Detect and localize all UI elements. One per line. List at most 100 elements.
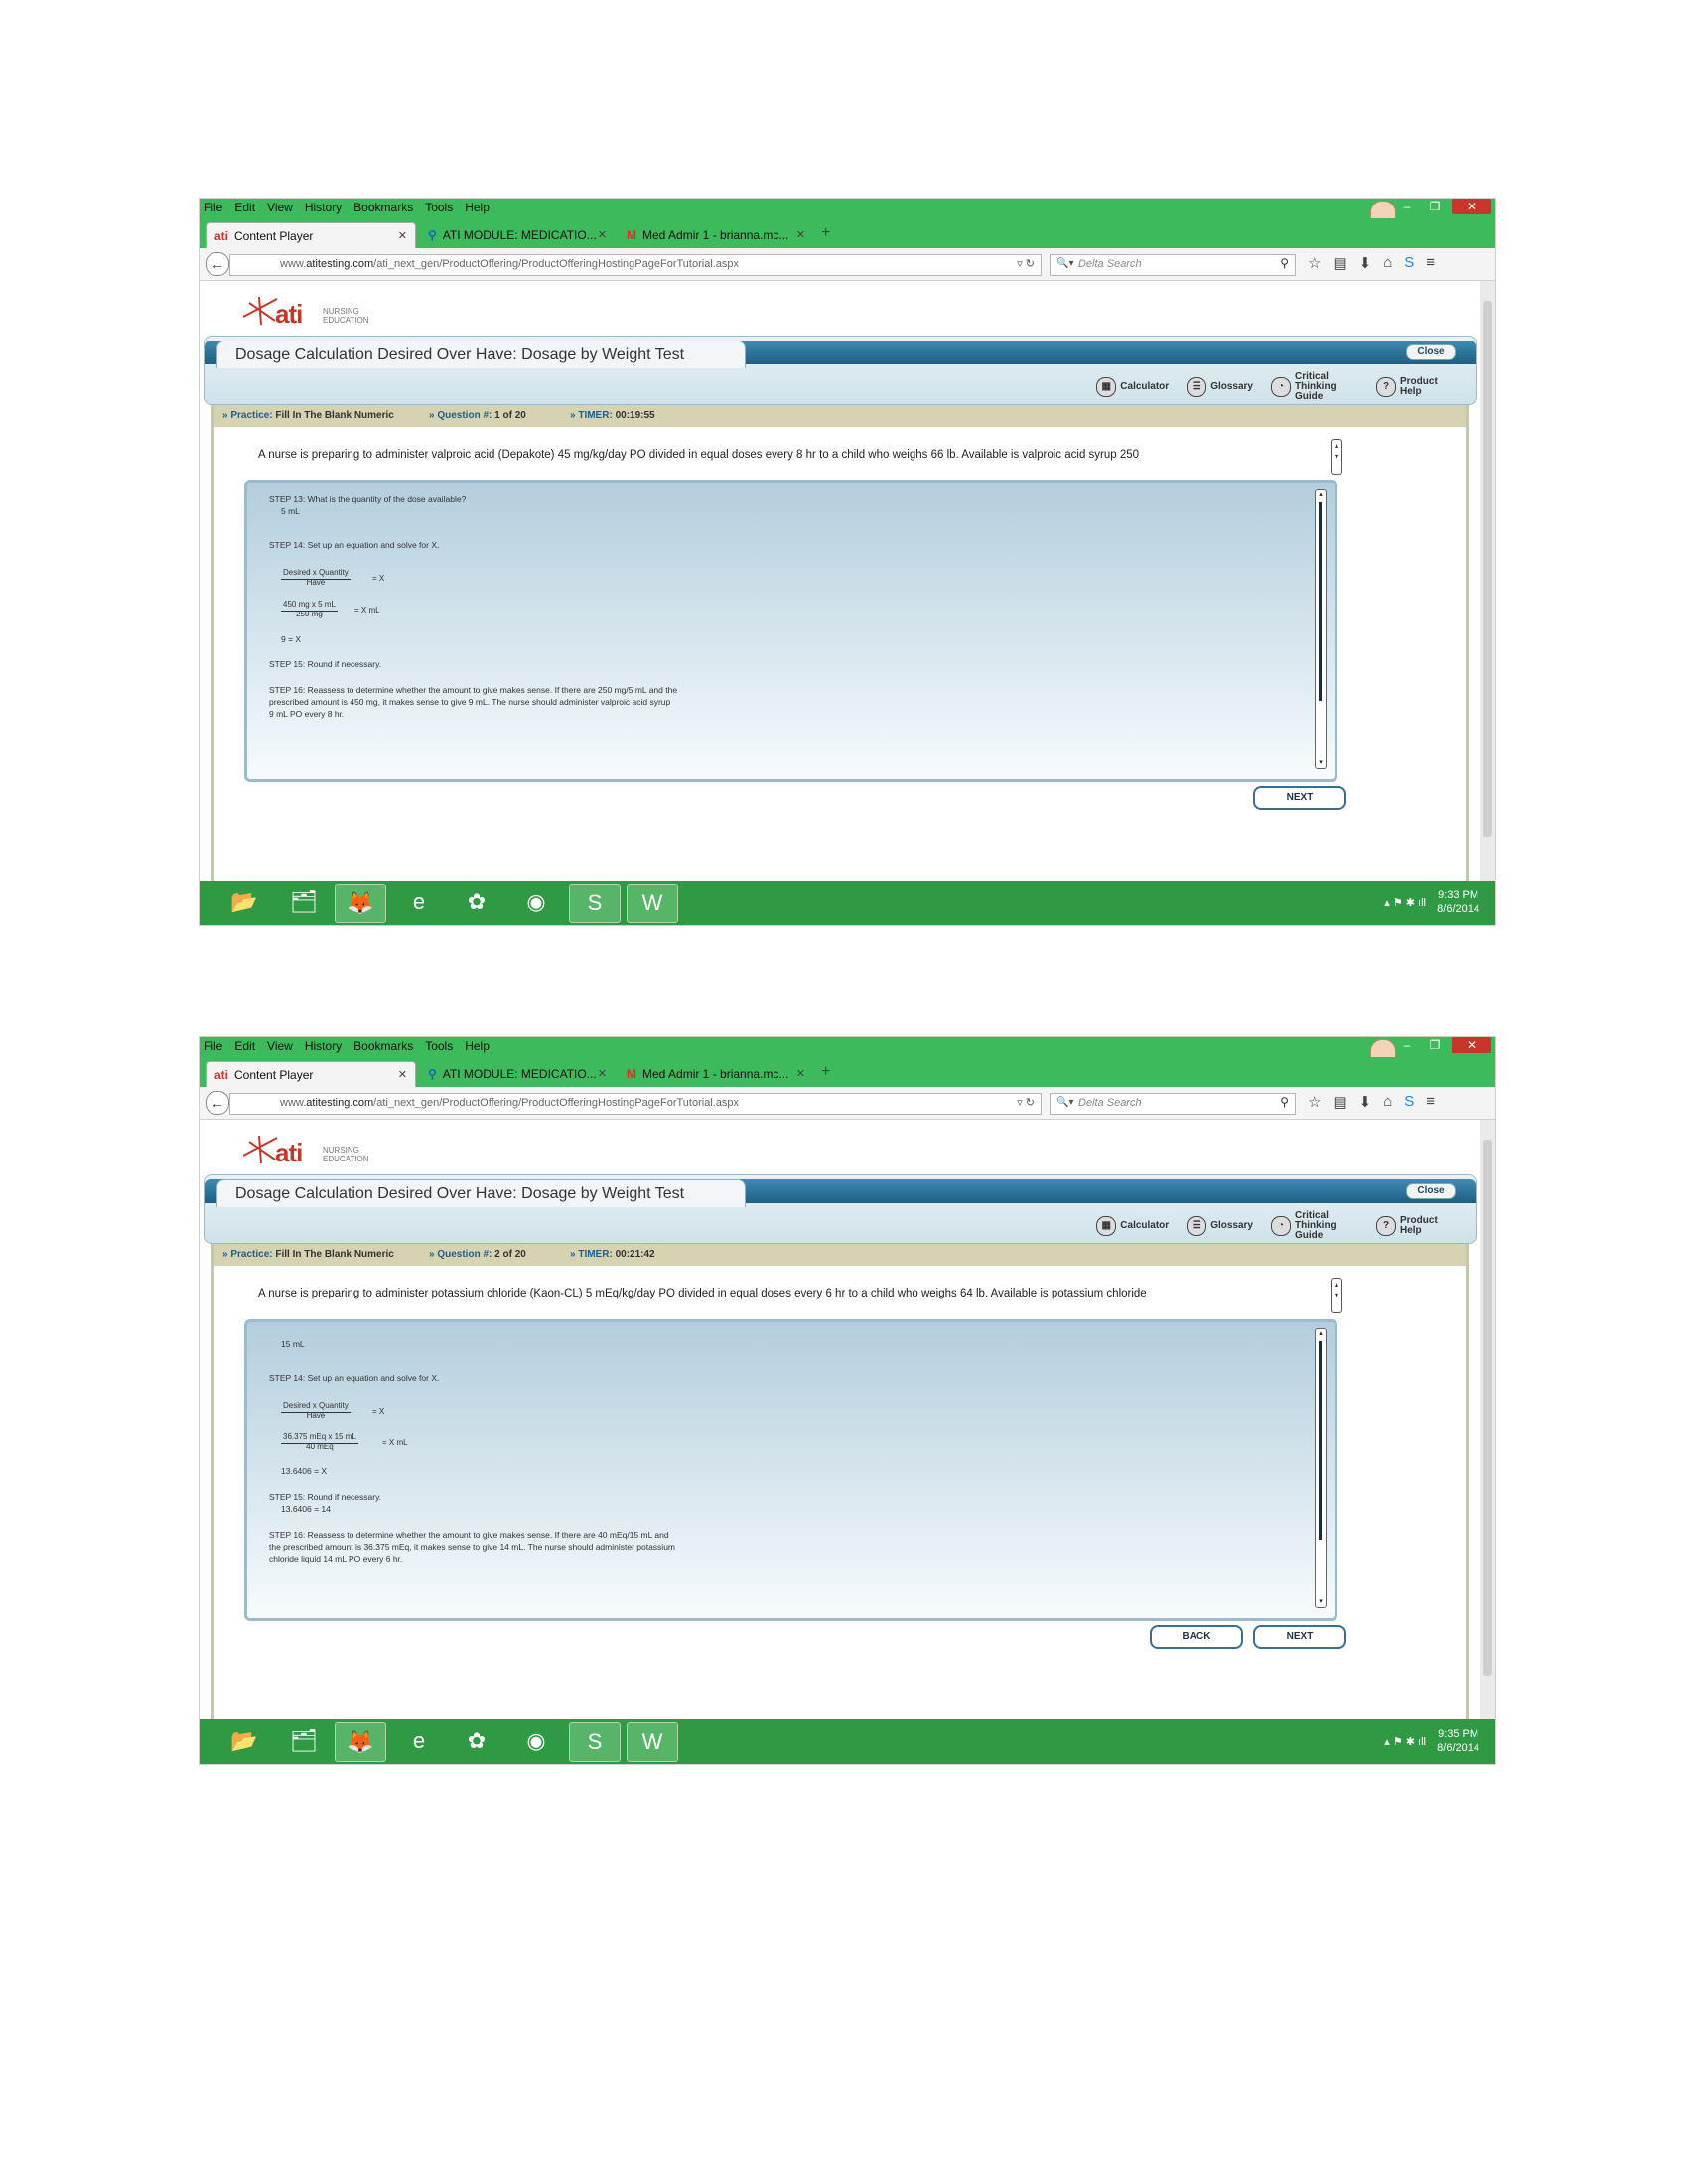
scroll-down-icon[interactable]: ▾	[1316, 1597, 1326, 1607]
scroll-down-icon[interactable]: ▾	[1316, 758, 1326, 768]
close-tab-icon[interactable]: ✕	[598, 1061, 607, 1087]
word-icon[interactable]: W	[627, 1722, 678, 1762]
search-engine-icon[interactable]: 🔍▾	[1056, 258, 1073, 269]
firefox-icon[interactable]: 🦊	[335, 1722, 386, 1762]
back-arrow-icon[interactable]: ←	[206, 1091, 229, 1115]
menu-history[interactable]: History	[305, 1039, 342, 1053]
downloads-icon[interactable]: ⬇	[1359, 254, 1372, 272]
clock[interactable]: 9:33 PM 8/6/2014	[1437, 888, 1479, 916]
url-bar[interactable]: www.atitesting.com/ati_next_gen/ProductO…	[229, 1093, 1042, 1115]
menu-help[interactable]: Help	[465, 201, 490, 214]
restore-icon[interactable]: ❐	[1424, 199, 1446, 214]
downloads-icon[interactable]: ⬇	[1359, 1093, 1372, 1111]
tab-med-admin[interactable]: M Med Admir 1 - brianna.mc... ✕	[619, 1061, 813, 1087]
bookmark-star-icon[interactable]: ☆	[1308, 254, 1321, 272]
picasa-icon[interactable]: ✿	[452, 884, 501, 921]
close-button[interactable]: Close	[1406, 1183, 1456, 1199]
close-tab-icon[interactable]: ✕	[398, 223, 407, 249]
scroll-up-icon[interactable]: ▴	[1316, 490, 1326, 500]
word-icon[interactable]: W	[627, 884, 678, 923]
skype-icon[interactable]: S	[569, 1722, 621, 1762]
calculator-button[interactable]: ▦ Calculator	[1096, 377, 1169, 397]
scroll-up-icon[interactable]: ▴	[1316, 1329, 1326, 1339]
search-box[interactable]: 🔍▾ Delta Search ⚲	[1050, 254, 1296, 276]
search-box[interactable]: 🔍▾ Delta Search ⚲	[1050, 1093, 1296, 1115]
menu-edit[interactable]: Edit	[234, 201, 255, 214]
reload-icon[interactable]: ▿ ↻	[1017, 257, 1035, 270]
critical-thinking-guide-button[interactable]: ◔ Critical Thinking Guide	[1271, 1211, 1358, 1241]
libraries-icon[interactable]: 🗂	[279, 1722, 329, 1760]
libraries-icon[interactable]: 🗂	[279, 884, 329, 921]
close-tab-icon[interactable]: ✕	[598, 222, 607, 248]
system-tray[interactable]: ▴ ⚑ ✱ ıll	[1384, 1735, 1426, 1748]
menu-tools[interactable]: Tools	[425, 201, 453, 214]
new-tab-icon[interactable]: +	[821, 224, 830, 242]
next-button[interactable]: NEXT	[1253, 786, 1346, 810]
minimize-icon[interactable]: –	[1396, 1037, 1418, 1053]
close-tab-icon[interactable]: ✕	[398, 1062, 407, 1088]
question-scroll[interactable]: ▴ ▾	[1331, 1278, 1342, 1313]
tab-med-admin[interactable]: M Med Admir 1 - brianna.mc... ✕	[619, 222, 813, 248]
url-bar[interactable]: www.atitesting.com/ati_next_gen/ProductO…	[229, 254, 1042, 276]
home-icon[interactable]: ⌂	[1383, 254, 1392, 272]
bookmarks-list-icon[interactable]: ▤	[1333, 1093, 1346, 1111]
menu-view[interactable]: View	[267, 1039, 293, 1053]
tab-content-player[interactable]: ati Content Player ✕	[206, 222, 416, 248]
menu-edit[interactable]: Edit	[234, 1039, 255, 1053]
page-scrollbar[interactable]	[1480, 1120, 1495, 1719]
internet-explorer-icon[interactable]: e	[394, 884, 444, 921]
menu-view[interactable]: View	[267, 201, 293, 214]
internet-explorer-icon[interactable]: e	[394, 1722, 444, 1760]
close-tab-icon[interactable]: ✕	[796, 222, 805, 248]
answer-scrollbar[interactable]: ▴ ▾	[1315, 1328, 1327, 1608]
search-engine-icon[interactable]: 🔍▾	[1056, 1097, 1073, 1108]
glossary-button[interactable]: ☰ Glossary	[1187, 1216, 1253, 1236]
menu-help[interactable]: Help	[465, 1039, 490, 1053]
tab-content-player[interactable]: ati Content Player ✕	[206, 1061, 416, 1087]
close-window-icon[interactable]: ✕	[1452, 1037, 1491, 1053]
home-icon[interactable]: ⌂	[1383, 1093, 1392, 1111]
file-explorer-icon[interactable]: 📂	[219, 1722, 269, 1760]
answer-scrollbar[interactable]: ▴ ▾	[1315, 489, 1327, 769]
system-tray[interactable]: ▴ ⚑ ✱ ıll	[1384, 896, 1426, 909]
tab-ati-module[interactable]: ⚲ ATI MODULE: MEDICATIO... ✕	[420, 1061, 615, 1087]
chrome-icon[interactable]: ◉	[511, 1722, 561, 1760]
back-button[interactable]: BACK	[1150, 1625, 1243, 1649]
skype-addon-icon[interactable]: S	[1404, 1093, 1414, 1111]
page-scrollbar[interactable]	[1480, 281, 1495, 881]
menu-hamburger-icon[interactable]: ≡	[1426, 1093, 1435, 1111]
tab-ati-module[interactable]: ⚲ ATI MODULE: MEDICATIO... ✕	[420, 222, 615, 248]
close-tab-icon[interactable]: ✕	[796, 1061, 805, 1087]
question-scroll[interactable]: ▴ ▾	[1331, 439, 1342, 475]
critical-thinking-guide-button[interactable]: ◔ Critical Thinking Guide	[1271, 372, 1358, 402]
bookmark-star-icon[interactable]: ☆	[1308, 1093, 1321, 1111]
restore-icon[interactable]: ❐	[1424, 1037, 1446, 1053]
product-help-button[interactable]: ? Product Help	[1376, 1216, 1440, 1236]
reload-icon[interactable]: ▿ ↻	[1017, 1096, 1035, 1109]
menu-history[interactable]: History	[305, 201, 342, 214]
close-button[interactable]: Close	[1406, 344, 1456, 360]
product-help-button[interactable]: ? Product Help	[1376, 377, 1440, 397]
menu-hamburger-icon[interactable]: ≡	[1426, 254, 1435, 272]
file-explorer-icon[interactable]: 📂	[219, 884, 269, 921]
back-arrow-icon[interactable]: ←	[206, 252, 229, 276]
skype-addon-icon[interactable]: S	[1404, 254, 1414, 272]
bookmarks-list-icon[interactable]: ▤	[1333, 254, 1346, 272]
clock[interactable]: 9:35 PM 8/6/2014	[1437, 1727, 1479, 1755]
firefox-icon[interactable]: 🦊	[335, 884, 386, 923]
menu-file[interactable]: File	[204, 1039, 222, 1053]
menu-bookmarks[interactable]: Bookmarks	[353, 201, 413, 214]
search-icon[interactable]: ⚲	[1280, 1095, 1289, 1109]
menu-tools[interactable]: Tools	[425, 1039, 453, 1053]
calculator-button[interactable]: ▦ Calculator	[1096, 1216, 1169, 1236]
menu-file[interactable]: File	[204, 201, 222, 214]
menu-bookmarks[interactable]: Bookmarks	[353, 1039, 413, 1053]
chrome-icon[interactable]: ◉	[511, 884, 561, 921]
minimize-icon[interactable]: –	[1396, 199, 1418, 214]
next-button[interactable]: NEXT	[1253, 1625, 1346, 1649]
search-icon[interactable]: ⚲	[1280, 256, 1289, 270]
close-window-icon[interactable]: ✕	[1452, 199, 1491, 214]
glossary-button[interactable]: ☰ Glossary	[1187, 377, 1253, 397]
skype-icon[interactable]: S	[569, 884, 621, 923]
picasa-icon[interactable]: ✿	[452, 1722, 501, 1760]
